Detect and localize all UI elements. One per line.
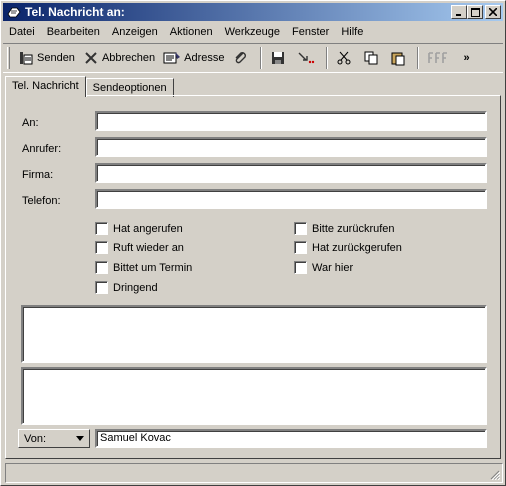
paperclip-icon — [235, 52, 246, 64]
checkbox-bitte-zurueckrufen[interactable]: Bitte zurückrufen — [294, 222, 395, 235]
scissors-icon — [337, 51, 351, 65]
menu-datei[interactable]: Datei — [3, 26, 41, 38]
paste-icon — [391, 52, 405, 66]
minimize-button[interactable] — [451, 5, 467, 19]
checkbox-hat-zurueckgerufen[interactable]: Hat zurückgerufen — [294, 241, 402, 254]
checkbox-label: Hat angerufen — [113, 222, 183, 235]
tab-tel-nachricht[interactable]: Tel. Nachricht — [5, 76, 86, 97]
status-bar — [5, 463, 503, 483]
dropdown-arrow-icon — [76, 436, 84, 441]
checkbox-label: Bittet um Termin — [113, 261, 193, 274]
firma-field[interactable] — [95, 163, 487, 183]
copy-icon — [364, 51, 378, 65]
toolbar-separator — [259, 47, 262, 69]
menu-werkzeuge[interactable]: Werkzeuge — [219, 26, 286, 38]
toolbar: Senden Abbrechen Adresse » — [3, 43, 503, 73]
from-label: Von: — [24, 432, 47, 445]
menu-aktionen[interactable]: Aktionen — [164, 26, 219, 38]
toolbar-separator — [325, 47, 328, 69]
phone-message-icon — [6, 5, 22, 19]
maximize-button[interactable] — [467, 5, 483, 19]
window-title: Tel. Nachricht an: — [25, 5, 125, 19]
from-dropdown-button[interactable]: Von: — [18, 429, 90, 448]
checkbox-dringend[interactable]: Dringend — [95, 281, 158, 294]
title-bar[interactable]: Tel. Nachricht an: — [3, 3, 503, 21]
address-label: Adresse — [184, 52, 225, 64]
checkbox-label: Hat zurückgerufen — [312, 241, 402, 254]
telefon-field[interactable] — [95, 189, 487, 209]
menu-bar: Datei Bearbeiten Anzeigen Aktionen Werkz… — [3, 23, 503, 41]
firma-label: Firma: — [22, 169, 54, 181]
address-button[interactable]: Adresse — [159, 47, 228, 69]
send-button[interactable]: Senden — [14, 47, 79, 69]
send-arrow-icon — [298, 52, 314, 64]
checkbox-hat-angerufen[interactable]: Hat angerufen — [95, 222, 183, 235]
format-font-icon — [427, 52, 447, 63]
checkbox-box[interactable] — [95, 241, 108, 254]
checkbox-box[interactable] — [294, 222, 307, 235]
checkbox-box[interactable] — [95, 261, 108, 274]
message-body-upper[interactable] — [21, 305, 487, 363]
menu-hilfe[interactable]: Hilfe — [335, 26, 369, 38]
checkbox-bittet-um-termin[interactable]: Bittet um Termin — [95, 261, 192, 274]
message-window: Tel. Nachricht an: Datei Bearbeiten Anze… — [0, 0, 506, 486]
send-label: Senden — [37, 52, 75, 64]
checkbox-label: War hier — [312, 261, 354, 274]
save-icon — [271, 52, 284, 64]
close-button[interactable] — [485, 5, 501, 19]
an-label: An: — [22, 117, 39, 129]
checkbox-box[interactable] — [294, 261, 307, 274]
menu-fenster[interactable]: Fenster — [286, 26, 335, 38]
checkbox-box[interactable] — [294, 241, 307, 254]
from-field[interactable]: Samuel Kovac — [95, 429, 487, 448]
message-body-lower[interactable] — [21, 367, 487, 425]
toolbar-grip[interactable] — [7, 47, 10, 69]
toolbar-separator — [416, 47, 419, 69]
copy-button[interactable] — [359, 47, 386, 69]
cancel-button[interactable]: Abbrechen — [79, 47, 159, 69]
anrufer-field[interactable] — [95, 137, 487, 157]
checkbox-label: Bitte zurückrufen — [312, 222, 395, 235]
checkbox-label: Ruft wieder an — [113, 241, 184, 254]
attach-button[interactable] — [229, 47, 256, 69]
paste-button[interactable] — [386, 47, 413, 69]
resize-grip-icon[interactable] — [488, 468, 500, 480]
checkbox-box[interactable] — [95, 281, 108, 294]
checkbox-war-hier[interactable]: War hier — [294, 261, 353, 274]
cut-button[interactable] — [332, 47, 359, 69]
send-icon — [20, 52, 33, 65]
save-button[interactable] — [266, 47, 293, 69]
telefon-label: Telefon: — [22, 195, 61, 207]
cancel-icon — [85, 52, 97, 64]
toolbar-overflow-chevron[interactable]: » — [464, 52, 470, 64]
address-book-icon — [163, 52, 181, 64]
menu-bearbeiten[interactable]: Bearbeiten — [41, 26, 106, 38]
cancel-label: Abbrechen — [101, 52, 156, 64]
menu-anzeigen[interactable]: Anzeigen — [106, 26, 164, 38]
anrufer-label: Anrufer: — [22, 143, 62, 155]
an-field[interactable] — [95, 111, 487, 131]
tab-strip: Tel. Nachricht Sendeoptionen — [5, 76, 174, 97]
checkbox-label: Dringend — [113, 281, 158, 294]
checkbox-ruft-wieder-an[interactable]: Ruft wieder an — [95, 241, 184, 254]
format-button — [423, 47, 456, 69]
send-options-button[interactable] — [293, 47, 322, 69]
checkbox-box[interactable] — [95, 222, 108, 235]
